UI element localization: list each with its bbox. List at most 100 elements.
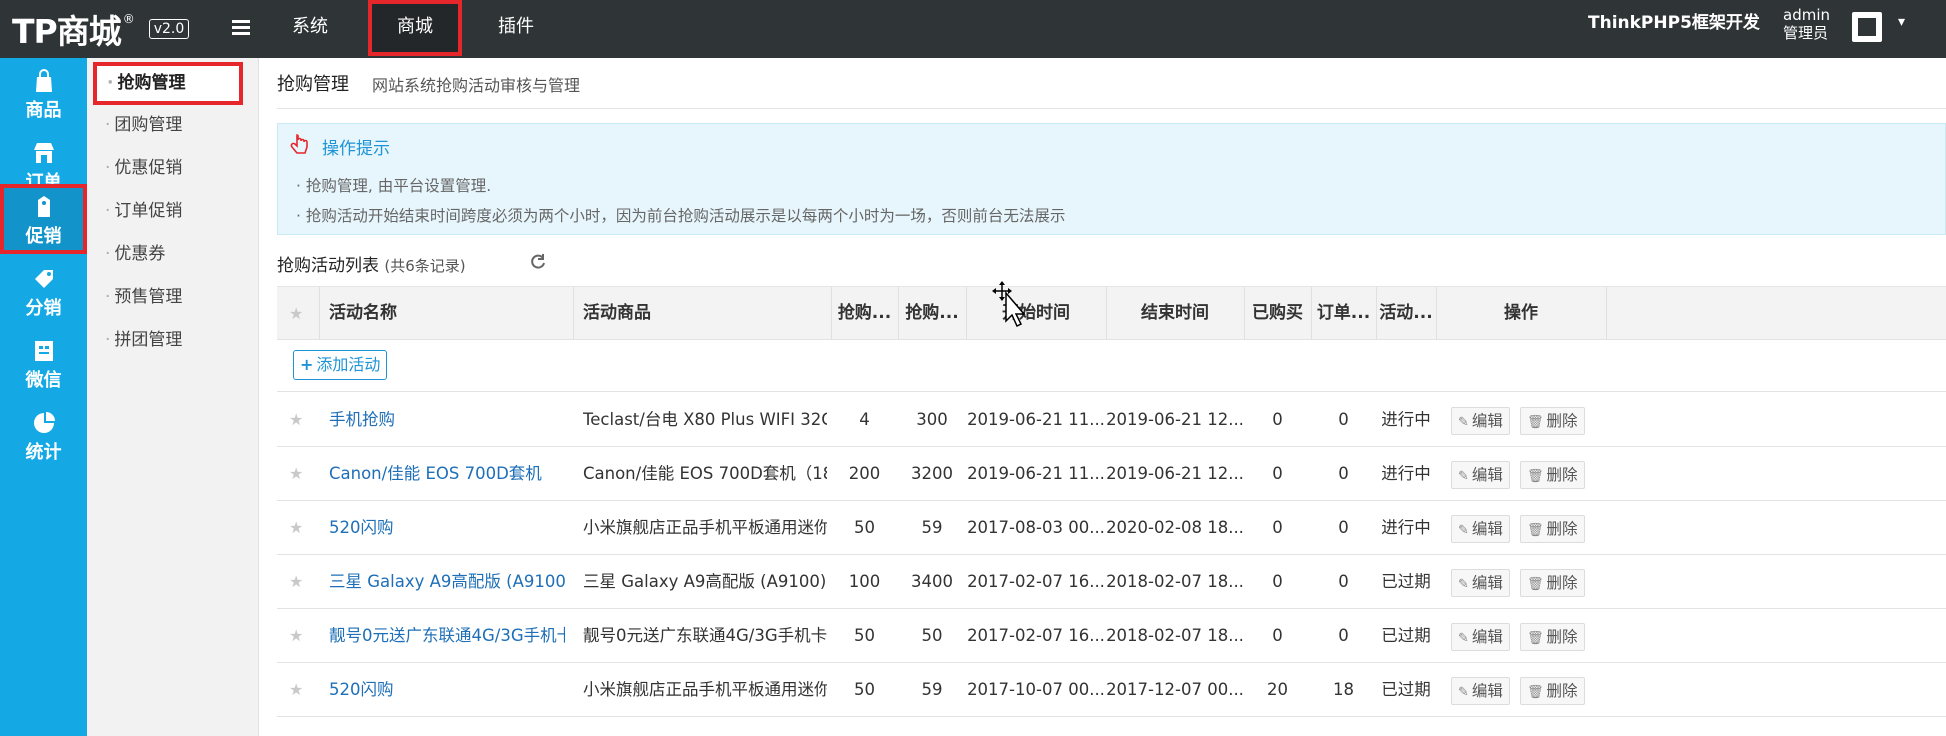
cell-flash-price: 59: [921, 680, 943, 699]
cell-activity-name[interactable]: 手机抢购: [329, 393, 565, 447]
cell-bought: 0: [1272, 626, 1283, 645]
add-activity-button[interactable]: + 添加活动: [293, 350, 388, 380]
cell-start-time: 2017-08-03 00...: [967, 518, 1105, 537]
delete-button[interactable]: 🗑 删除: [1520, 515, 1585, 543]
list-title: 抢购活动列表 (共6条记录): [277, 251, 466, 276]
th-activity-goods[interactable]: 活动商品: [583, 287, 828, 340]
submenu-item-order-promo[interactable]: · 订单促销: [87, 190, 259, 233]
cell-flash-qty: 50: [854, 518, 875, 537]
version-badge: v2.0: [148, 19, 190, 39]
star-icon[interactable]: ★: [289, 663, 309, 717]
sidebar-item-wechat[interactable]: 微信: [0, 328, 87, 400]
submenu-item-coupon[interactable]: · 优惠券: [87, 233, 259, 276]
cell-activity-name[interactable]: 三星 Galaxy A9高配版 (A9100) ...: [329, 555, 565, 609]
table-row: ★ Canon/佳能 EOS 700D套机 Canon/佳能 EOS 700D套机（…: [277, 447, 1946, 501]
cell-activity-name[interactable]: Canon/佳能 EOS 700D套机: [329, 447, 565, 501]
edit-button[interactable]: ✎ 编辑: [1451, 569, 1510, 597]
delete-button[interactable]: 🗑 删除: [1520, 407, 1585, 435]
submenu-item-presale[interactable]: · 预售管理: [87, 276, 259, 319]
th-activity-name[interactable]: 活动名称: [329, 287, 569, 340]
cell-activity-goods: 小米旗舰店正品手机平板通用迷你...: [583, 680, 827, 699]
submenu-item-discount[interactable]: · 优惠促销: [87, 147, 259, 190]
submenu-item-label: 预售管理: [114, 287, 183, 307]
tip-line: · 抢购管理, 由平台设置管理.: [296, 177, 492, 195]
brand-text: ThinkPHP5框架开发: [1588, 13, 1760, 33]
edit-button[interactable]: ✎ 编辑: [1451, 677, 1510, 705]
th-start-time[interactable]: 开始时间: [966, 287, 1106, 340]
delete-button[interactable]: 🗑 删除: [1520, 677, 1585, 705]
cell-bought: 0: [1272, 572, 1283, 591]
cell-activity-name[interactable]: 520闪购: [329, 501, 565, 555]
th-flash-qty[interactable]: 抢购...: [831, 287, 898, 340]
th-orders[interactable]: 订单...: [1311, 287, 1376, 340]
nav-plugin[interactable]: 插件: [498, 0, 534, 58]
th-flash-price[interactable]: 抢购...: [898, 287, 966, 340]
sidebar-item-statistics[interactable]: 统计: [0, 400, 87, 472]
submenu-item-flash-sale[interactable]: · 抢购管理: [93, 62, 243, 105]
cell-end-time: 2018-02-07 18...: [1106, 572, 1244, 591]
edit-button[interactable]: ✎ 编辑: [1451, 515, 1510, 543]
cell-flash-qty: 200: [848, 464, 881, 483]
sidebar-item-goods[interactable]: 商品: [0, 58, 87, 130]
chevron-down-icon[interactable]: ▾: [1898, 14, 1905, 30]
logo-registered-mark: ®: [122, 12, 135, 26]
delete-button[interactable]: 🗑 删除: [1520, 623, 1585, 651]
cell-status: 已过期: [1381, 572, 1431, 591]
sidebar-item-label: 促销: [25, 226, 62, 247]
sidebar-item-distribution[interactable]: 分销: [0, 256, 87, 328]
cell-flash-price: 59: [921, 518, 943, 537]
nav-system[interactable]: 系统: [292, 0, 328, 58]
submenu-item-label: 团购管理: [114, 115, 183, 135]
star-icon[interactable]: ★: [289, 501, 309, 555]
cell-flash-qty: 50: [854, 680, 875, 699]
table-row: ★ 520闪购 小米旗舰店正品手机平板通用迷你... 50 59 2017-08-03 0…: [277, 501, 1946, 555]
main-sidebar: 商品 订单 促销 分销 微信 统计: [0, 58, 87, 736]
sub-menu: · 抢购管理 · 团购管理 · 优惠促销 · 订单促销 · 优惠券 · 预售管理 · 拼团管理: [87, 58, 259, 736]
submenu-item-label: 优惠促销: [114, 158, 183, 178]
sidebar-item-label: 统计: [25, 442, 62, 463]
star-icon[interactable]: ★: [289, 447, 309, 501]
edit-button[interactable]: ✎ 编辑: [1451, 461, 1510, 489]
star-icon[interactable]: ★: [289, 609, 309, 663]
delete-button[interactable]: 🗑 删除: [1520, 569, 1585, 597]
submenu-item-label: 拼团管理: [114, 330, 183, 350]
star-icon[interactable]: ★: [289, 555, 309, 609]
delete-button[interactable]: 🗑 删除: [1520, 461, 1585, 489]
trash-icon: 🗑: [1527, 631, 1544, 646]
edit-button[interactable]: ✎ 编辑: [1451, 623, 1510, 651]
cell-status: 已过期: [1381, 626, 1431, 645]
cell-flash-price: 3400: [911, 572, 953, 591]
cell-activity-goods: 靓号0元送广东联通4G/3G手机卡...: [583, 626, 827, 645]
edit-button[interactable]: ✎ 编辑: [1451, 407, 1510, 435]
tips-title[interactable]: 操作提示: [322, 134, 390, 159]
admin-name[interactable]: admin: [1783, 8, 1830, 23]
sidebar-item-promotion[interactable]: 促销: [0, 184, 87, 254]
cell-bought: 0: [1272, 464, 1283, 483]
pie-chart-icon: [31, 410, 57, 436]
nav-mall[interactable]: 商城: [368, 0, 462, 56]
table-row: ★ 520闪购 小米旗舰店正品手机平板通用迷你... 50 59 2017-10-07 0…: [277, 663, 1946, 717]
admin-avatar[interactable]: [1852, 12, 1882, 42]
cell-activity-name[interactable]: 靓号0元送广东联通4G/3G手机卡...: [329, 609, 565, 663]
th-actions: 操作: [1504, 303, 1538, 323]
th-status[interactable]: 活动...: [1376, 287, 1436, 340]
cell-activity-name[interactable]: 520闪购: [329, 663, 565, 717]
menu-toggle-icon[interactable]: [232, 20, 250, 36]
submenu-item-group-buy[interactable]: · 团购管理: [87, 104, 259, 147]
th-bought[interactable]: 已购买: [1244, 287, 1311, 340]
cell-end-time: 2019-06-21 12...: [1106, 410, 1244, 429]
cell-activity-goods: 小米旗舰店正品手机平板通用迷你...: [583, 518, 827, 537]
cell-orders: 0: [1338, 464, 1349, 483]
admin-role[interactable]: 管理员: [1783, 26, 1828, 41]
logo[interactable]: TP商城 ® v2.0: [12, 6, 190, 52]
refresh-icon[interactable]: [529, 253, 547, 271]
submenu-item-team-buy[interactable]: · 拼团管理: [87, 319, 259, 362]
star-icon[interactable]: ★: [289, 287, 309, 340]
top-bar: TP商城 ® v2.0 系统 商城 插件 ThinkPHP5框架开发 admin…: [0, 0, 1946, 58]
star-icon[interactable]: ★: [289, 393, 309, 447]
shop-icon: [31, 140, 57, 166]
th-end-time[interactable]: 结束时间: [1106, 287, 1244, 340]
edit-icon: ✎: [1458, 415, 1469, 430]
cell-flash-qty: 4: [859, 410, 870, 429]
cell-bought: 0: [1272, 518, 1283, 537]
